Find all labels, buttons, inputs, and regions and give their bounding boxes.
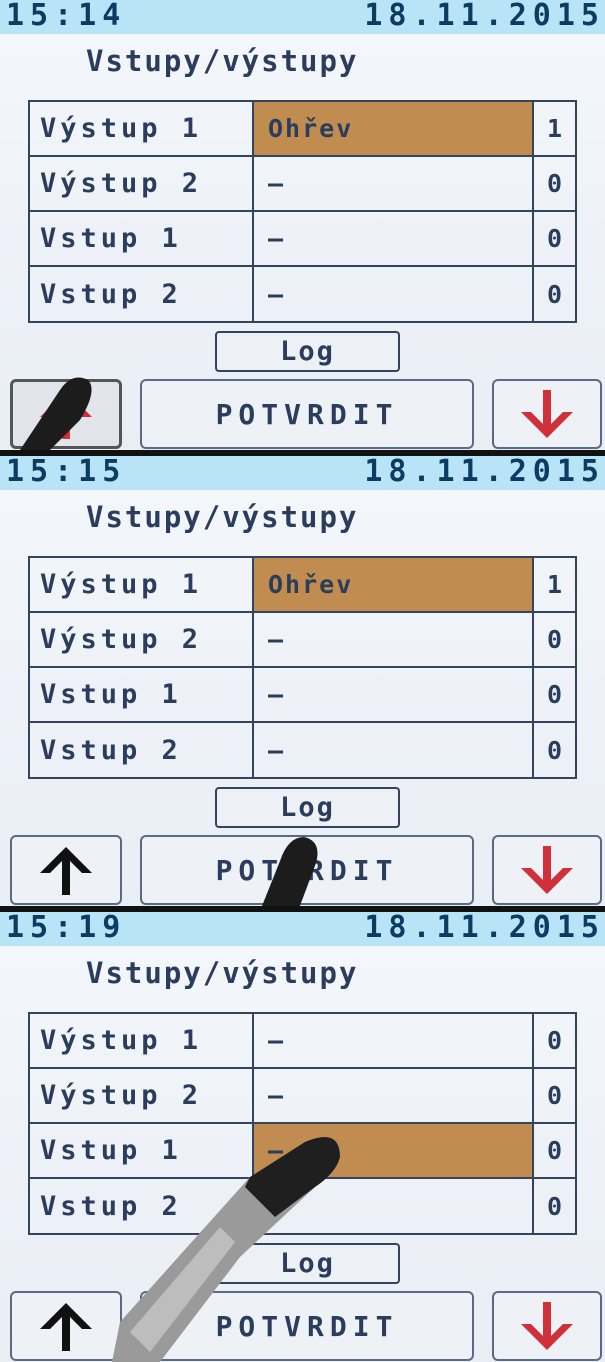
scroll-down-button[interactable] xyxy=(492,1291,602,1361)
io-function[interactable]: – xyxy=(252,1069,534,1122)
table-row[interactable]: Výstup 1 Ohřev 1 xyxy=(30,102,575,157)
table-row[interactable]: Vstup 1 – 0 xyxy=(30,212,575,267)
io-table: Výstup 1 Ohřev 1 Výstup 2 – 0 Vstup 1 – … xyxy=(28,100,577,323)
io-name: Vstup 2 xyxy=(40,1191,182,1222)
table-row[interactable]: Výstup 2 – 0 xyxy=(30,1069,575,1124)
status-bar: 15:19 18.11.2015 xyxy=(0,912,605,946)
io-function[interactable]: – xyxy=(252,723,534,778)
io-function[interactable]: – xyxy=(252,1014,534,1067)
io-state: 0 xyxy=(546,680,563,709)
arrow-up-icon xyxy=(40,846,92,895)
clock-date: 18.11.2015 xyxy=(364,456,605,489)
status-bar: 15:14 18.11.2015 xyxy=(0,0,605,34)
io-state: 0 xyxy=(546,625,563,654)
confirm-button[interactable]: POTVRDIT xyxy=(140,835,474,905)
io-name: Vstup 1 xyxy=(40,223,182,254)
io-function[interactable]: – xyxy=(252,1179,534,1234)
io-name: Výstup 2 xyxy=(40,1080,203,1111)
confirm-button[interactable]: POTVRDIT xyxy=(140,379,474,449)
scroll-down-button[interactable] xyxy=(492,835,602,905)
io-name: Výstup 2 xyxy=(40,624,203,655)
io-state: 0 xyxy=(546,169,563,198)
scroll-up-button[interactable] xyxy=(10,379,122,449)
clock-date: 18.11.2015 xyxy=(364,912,605,945)
arrow-up-icon xyxy=(40,390,92,439)
io-function[interactable]: – xyxy=(252,267,534,322)
status-bar: 15:15 18.11.2015 xyxy=(0,456,605,490)
io-function[interactable]: – xyxy=(252,613,534,666)
log-button[interactable]: Log xyxy=(215,331,400,372)
screen-3: 15:19 18.11.2015 Vstupy/výstupy Výstup 1… xyxy=(0,912,605,1362)
io-function[interactable]: – xyxy=(252,668,534,721)
io-function[interactable]: – xyxy=(252,1124,534,1177)
table-row[interactable]: Vstup 1 – 0 xyxy=(30,1124,575,1179)
io-state: 1 xyxy=(546,114,563,143)
io-state: 0 xyxy=(546,224,563,253)
page-title: Vstupy/výstupy xyxy=(86,500,359,534)
io-table: Výstup 1 Ohřev 1 Výstup 2 – 0 Vstup 1 – … xyxy=(28,556,577,779)
arrow-down-icon xyxy=(521,845,573,894)
table-row[interactable]: Vstup 2 – 0 xyxy=(30,1179,575,1234)
table-row[interactable]: Výstup 1 – 0 xyxy=(30,1014,575,1069)
page-title: Vstupy/výstupy xyxy=(86,44,359,78)
io-state: 0 xyxy=(546,1136,563,1165)
page-title: Vstupy/výstupy xyxy=(86,956,359,990)
io-function[interactable]: Ohřev xyxy=(252,558,534,611)
io-name: Výstup 1 xyxy=(40,113,203,144)
table-row[interactable]: Vstup 2 – 0 xyxy=(30,267,575,322)
io-name: Výstup 2 xyxy=(40,168,203,199)
table-row[interactable]: Výstup 1 Ohřev 1 xyxy=(30,558,575,613)
io-name: Vstup 2 xyxy=(40,279,182,310)
log-button[interactable]: Log xyxy=(215,1243,400,1284)
confirm-button[interactable]: POTVRDIT xyxy=(140,1291,474,1361)
io-state: 0 xyxy=(546,1192,563,1221)
log-button[interactable]: Log xyxy=(215,787,400,828)
io-name: Vstup 1 xyxy=(40,1135,182,1166)
table-row[interactable]: Vstup 1 – 0 xyxy=(30,668,575,723)
io-state: 1 xyxy=(546,570,563,599)
table-row[interactable]: Výstup 2 – 0 xyxy=(30,157,575,212)
io-name: Vstup 1 xyxy=(40,679,182,710)
scroll-up-button[interactable] xyxy=(10,835,122,905)
arrow-down-icon xyxy=(521,1301,573,1350)
io-state: 0 xyxy=(546,736,563,765)
scroll-up-button[interactable] xyxy=(10,1291,122,1361)
arrow-up-icon xyxy=(40,1302,92,1351)
io-state: 0 xyxy=(546,1081,563,1110)
clock-time: 15:19 xyxy=(6,912,127,945)
screen-1: 15:14 18.11.2015 Vstupy/výstupy Výstup 1… xyxy=(0,0,605,450)
io-function[interactable]: Ohřev xyxy=(252,102,534,155)
io-name: Výstup 1 xyxy=(40,569,203,600)
io-state: 0 xyxy=(546,280,563,309)
io-function[interactable]: – xyxy=(252,212,534,265)
screen-2: 15:15 18.11.2015 Vstupy/výstupy Výstup 1… xyxy=(0,456,605,906)
io-table: Výstup 1 – 0 Výstup 2 – 0 Vstup 1 – 0 Vs… xyxy=(28,1012,577,1235)
table-row[interactable]: Výstup 2 – 0 xyxy=(30,613,575,668)
io-function[interactable]: – xyxy=(252,157,534,210)
table-row[interactable]: Vstup 2 – 0 xyxy=(30,723,575,778)
io-name: Výstup 1 xyxy=(40,1025,203,1056)
clock-time: 15:15 xyxy=(6,456,127,489)
clock-date: 18.11.2015 xyxy=(364,0,605,33)
io-state: 0 xyxy=(546,1026,563,1055)
clock-time: 15:14 xyxy=(6,0,127,33)
io-name: Vstup 2 xyxy=(40,735,182,766)
arrow-down-icon xyxy=(521,389,573,438)
scroll-down-button[interactable] xyxy=(492,379,602,449)
